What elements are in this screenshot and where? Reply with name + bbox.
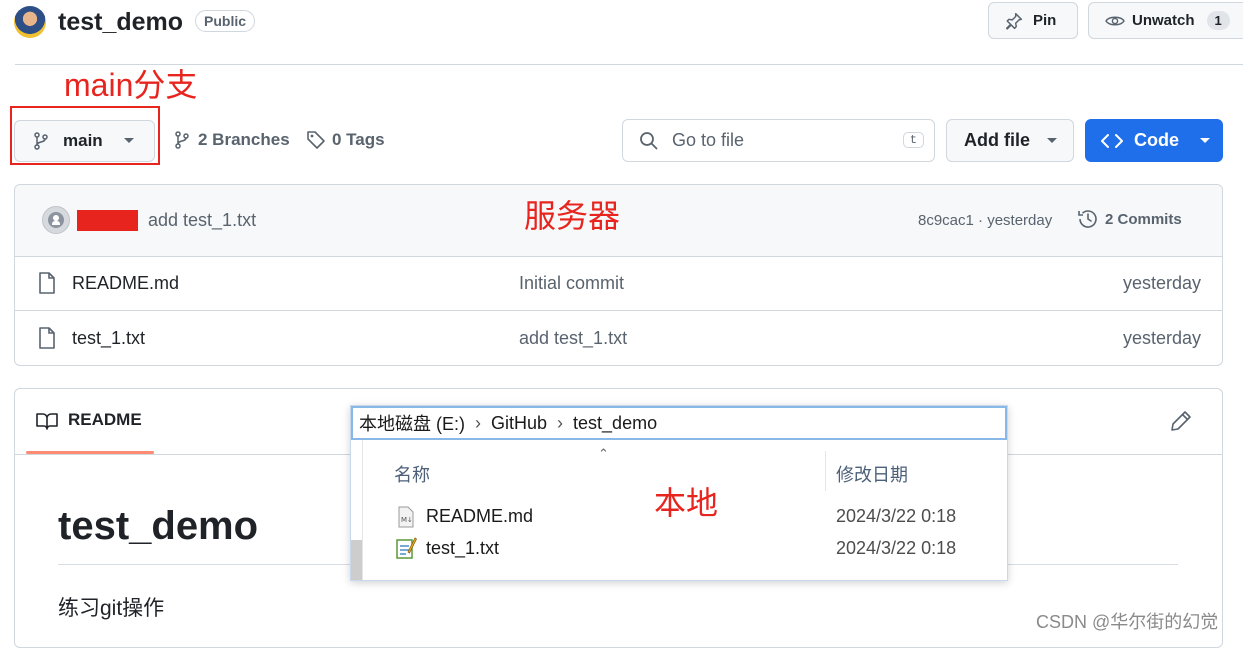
breadcrumb-separator-icon: › [557, 412, 564, 433]
breadcrumb-folder[interactable]: GitHub [491, 413, 547, 434]
go-to-file-input[interactable]: Go to file t [622, 119, 935, 162]
annotation-main-branch: main分支 [64, 67, 198, 103]
explorer-address-bar[interactable]: 本地磁盘 (E:) › GitHub › test_demo [351, 406, 1007, 440]
file-time: yesterday [1122, 273, 1201, 293]
pencil-icon[interactable] [1170, 410, 1192, 432]
readme-body: 练习git操作 [58, 597, 165, 620]
branches-label: 2 Branches [198, 130, 290, 149]
add-file-label: Add file [964, 130, 1030, 150]
svg-text:M↓: M↓ [401, 516, 413, 524]
header-divider [15, 64, 1243, 65]
eye-icon [1105, 13, 1125, 29]
commits-link[interactable]: 2 Commits [1077, 208, 1182, 230]
readme-title: test_demo [58, 504, 259, 548]
tags-link[interactable]: 0 Tags [306, 130, 385, 150]
commits-label: 2 Commits [1105, 210, 1182, 228]
git-branch-icon [174, 130, 190, 150]
file-commit-message[interactable]: Initial commit [519, 273, 624, 294]
book-icon [36, 412, 58, 430]
explorer-file-date: 2024/3/22 0:18 [836, 506, 957, 526]
watch-count: 1 [1206, 11, 1230, 30]
file-name-link[interactable]: test_1.txt [72, 328, 145, 349]
branches-link[interactable]: 2 Branches [174, 130, 290, 150]
explorer-scrollbar[interactable] [351, 540, 362, 580]
chevron-down-icon [123, 137, 135, 145]
history-icon [1077, 208, 1099, 230]
explorer-file-date: 2024/3/22 0:18 [836, 538, 957, 558]
explorer-file-name[interactable]: README.md [426, 506, 533, 527]
author-avatar[interactable] [42, 206, 70, 234]
repo-name[interactable]: test_demo [58, 8, 183, 37]
watermark: CSDN @华尔街的幻觉 [1036, 612, 1219, 632]
owner-avatar[interactable] [14, 6, 46, 38]
readme-tab-underline [26, 451, 154, 454]
code-button[interactable]: Code [1085, 119, 1223, 162]
git-branch-icon [33, 132, 49, 150]
file-name-link[interactable]: README.md [72, 273, 179, 294]
file-time: yesterday [1122, 328, 1201, 348]
column-header-date[interactable]: 修改日期 [836, 461, 908, 487]
author-name-redacted [77, 210, 138, 231]
pin-button[interactable]: Pin [988, 2, 1078, 39]
file-icon [38, 272, 56, 294]
column-header-name[interactable]: 名称 [394, 461, 430, 487]
go-to-file-placeholder: Go to file [672, 130, 745, 150]
markdown-file-icon: M↓ [397, 506, 415, 528]
commit-hash[interactable]: 8c9cac1 · yesterday [918, 212, 1052, 229]
column-header-divider[interactable] [825, 451, 826, 491]
breadcrumb-separator-icon: › [475, 412, 481, 433]
code-label: Code [1134, 130, 1179, 150]
text-file-icon [395, 536, 417, 560]
pin-label: Pin [1033, 12, 1057, 29]
annotation-server: 服务器 [524, 198, 621, 234]
annotation-local: 本地 [654, 485, 719, 521]
unwatch-label: Unwatch [1132, 12, 1195, 29]
code-icon [1101, 133, 1123, 149]
chevron-down-icon [1046, 137, 1058, 145]
latest-commit-message[interactable]: add test_1.txt [148, 210, 256, 231]
branch-label: main [63, 131, 103, 150]
readme-tab-label: README [68, 410, 142, 429]
tags-label: 0 Tags [332, 130, 385, 149]
pin-icon [1005, 12, 1023, 30]
chevron-down-icon [1199, 137, 1211, 145]
unwatch-button[interactable]: Unwatch 1 [1088, 2, 1243, 39]
file-commit-message[interactable]: add test_1.txt [519, 328, 627, 349]
add-file-button[interactable]: Add file [946, 119, 1074, 162]
explorer-nav-divider [362, 440, 363, 580]
visibility-badge: Public [195, 10, 256, 32]
file-icon [38, 327, 56, 349]
breadcrumb-drive[interactable]: 本地磁盘 (E:) [359, 410, 465, 436]
branch-selector[interactable]: main [14, 120, 155, 162]
explorer-file-name[interactable]: test_1.txt [426, 538, 499, 559]
search-icon [639, 131, 659, 151]
readme-tab[interactable]: README [26, 410, 154, 454]
tag-icon [306, 130, 326, 150]
shortcut-key: t [902, 132, 924, 148]
breadcrumb-folder[interactable]: test_demo [573, 413, 657, 434]
sort-up-icon: ⌃ [598, 446, 609, 461]
